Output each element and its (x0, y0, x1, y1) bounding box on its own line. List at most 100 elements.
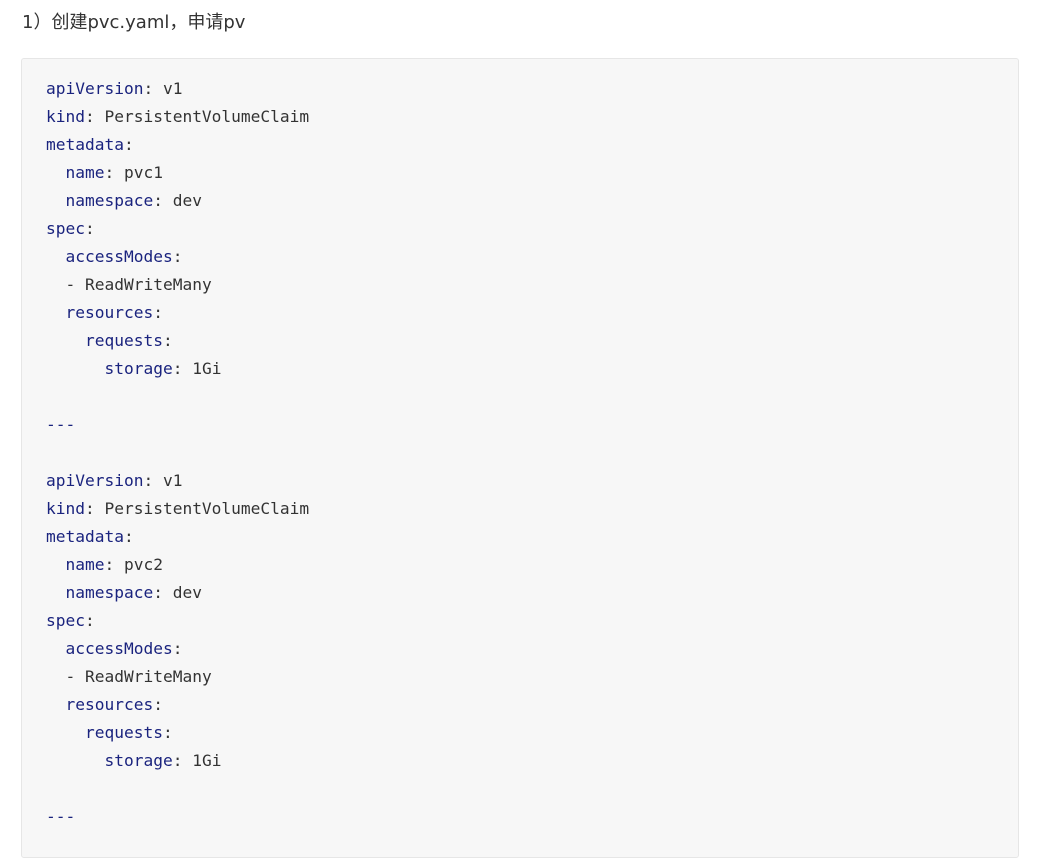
document-separator: --- (46, 807, 76, 826)
yaml-key: accessModes (65, 639, 173, 658)
code-line: metadata: (46, 131, 309, 159)
code-line: --- (46, 803, 309, 831)
list-dash: - (65, 275, 85, 294)
yaml-key: kind (46, 107, 85, 126)
yaml-key: spec (46, 611, 85, 630)
code-line: --- (46, 411, 309, 439)
yaml-key: storage (104, 359, 173, 378)
code-line: metadata: (46, 523, 309, 551)
yaml-colon: : (143, 79, 154, 98)
code-line: namespace: dev (46, 187, 309, 215)
yaml-colon: : (153, 303, 163, 322)
code-line: storage: 1Gi (46, 747, 309, 775)
code-lines: apiVersion: v1 kind: PersistentVolumeClai… (46, 75, 309, 831)
yaml-colon: : (172, 359, 183, 378)
yaml-value: ReadWriteMany (85, 667, 212, 686)
code-line: requests: (46, 327, 309, 355)
yaml-key: namespace (65, 191, 154, 210)
code-line: spec: (46, 607, 309, 635)
yaml-value: v1 (153, 79, 183, 98)
yaml-colon: : (153, 191, 163, 210)
yaml-key: name (65, 555, 105, 574)
code-line: resources: (46, 299, 309, 327)
yaml-key: namespace (65, 583, 154, 602)
yaml-key: name (65, 163, 105, 182)
code-line: - ReadWriteMany (46, 271, 309, 299)
yaml-value: v1 (153, 471, 183, 490)
code-line: apiVersion: v1 (46, 75, 309, 103)
step-heading: 1）创建pvc.yaml，申请pv (22, 12, 246, 33)
yaml-key: accessModes (65, 247, 173, 266)
code-line: apiVersion: v1 (46, 467, 309, 495)
yaml-value: 1Gi (182, 751, 222, 770)
list-dash: - (65, 667, 85, 686)
yaml-key: metadata (46, 527, 124, 546)
yaml-colon: : (162, 723, 173, 742)
yaml-colon: : (172, 639, 183, 658)
yaml-key: requests (84, 723, 163, 742)
yaml-colon: : (104, 555, 115, 574)
yaml-key: metadata (46, 135, 124, 154)
code-line: kind: PersistentVolumeClaim (46, 103, 309, 131)
code-line: name: pvc1 (46, 159, 309, 187)
code-line: accessModes: (46, 635, 309, 663)
yaml-value: ReadWriteMany (85, 275, 212, 294)
yaml-colon: : (172, 751, 183, 770)
yaml-value: 1Gi (182, 359, 222, 378)
code-line: namespace: dev (46, 579, 309, 607)
code-line: kind: PersistentVolumeClaim (46, 495, 309, 523)
yaml-colon: : (153, 583, 163, 602)
code-line: name: pvc2 (46, 551, 309, 579)
yaml-value: pvc2 (114, 555, 163, 574)
code-line: storage: 1Gi (46, 355, 309, 383)
yaml-value: PersistentVolumeClaim (94, 499, 310, 518)
yaml-key: resources (65, 303, 154, 322)
yaml-colon: : (123, 527, 134, 546)
code-line: spec: (46, 215, 309, 243)
yaml-colon: : (84, 107, 95, 126)
yaml-colon: : (84, 219, 95, 238)
yaml-key: requests (84, 331, 163, 350)
yaml-key: spec (46, 219, 85, 238)
yaml-colon: : (143, 471, 154, 490)
yaml-code-block: apiVersion: v1 kind: PersistentVolumeClai… (21, 58, 1019, 858)
yaml-key: apiVersion (46, 79, 144, 98)
yaml-colon: : (123, 135, 134, 154)
yaml-colon: : (84, 499, 95, 518)
yaml-colon: : (172, 247, 183, 266)
code-line: requests: (46, 719, 309, 747)
yaml-key: kind (46, 499, 85, 518)
yaml-key: resources (65, 695, 154, 714)
yaml-key: apiVersion (46, 471, 144, 490)
code-line: accessModes: (46, 243, 309, 271)
yaml-value: pvc1 (114, 163, 163, 182)
document-separator: --- (46, 415, 76, 434)
yaml-value: dev (162, 583, 202, 602)
code-line: resources: (46, 691, 309, 719)
yaml-value: dev (162, 191, 202, 210)
yaml-colon: : (162, 331, 173, 350)
code-line: - ReadWriteMany (46, 663, 309, 691)
yaml-value: PersistentVolumeClaim (94, 107, 310, 126)
yaml-colon: : (84, 611, 95, 630)
yaml-key: storage (104, 751, 173, 770)
yaml-colon: : (104, 163, 115, 182)
yaml-colon: : (153, 695, 163, 714)
